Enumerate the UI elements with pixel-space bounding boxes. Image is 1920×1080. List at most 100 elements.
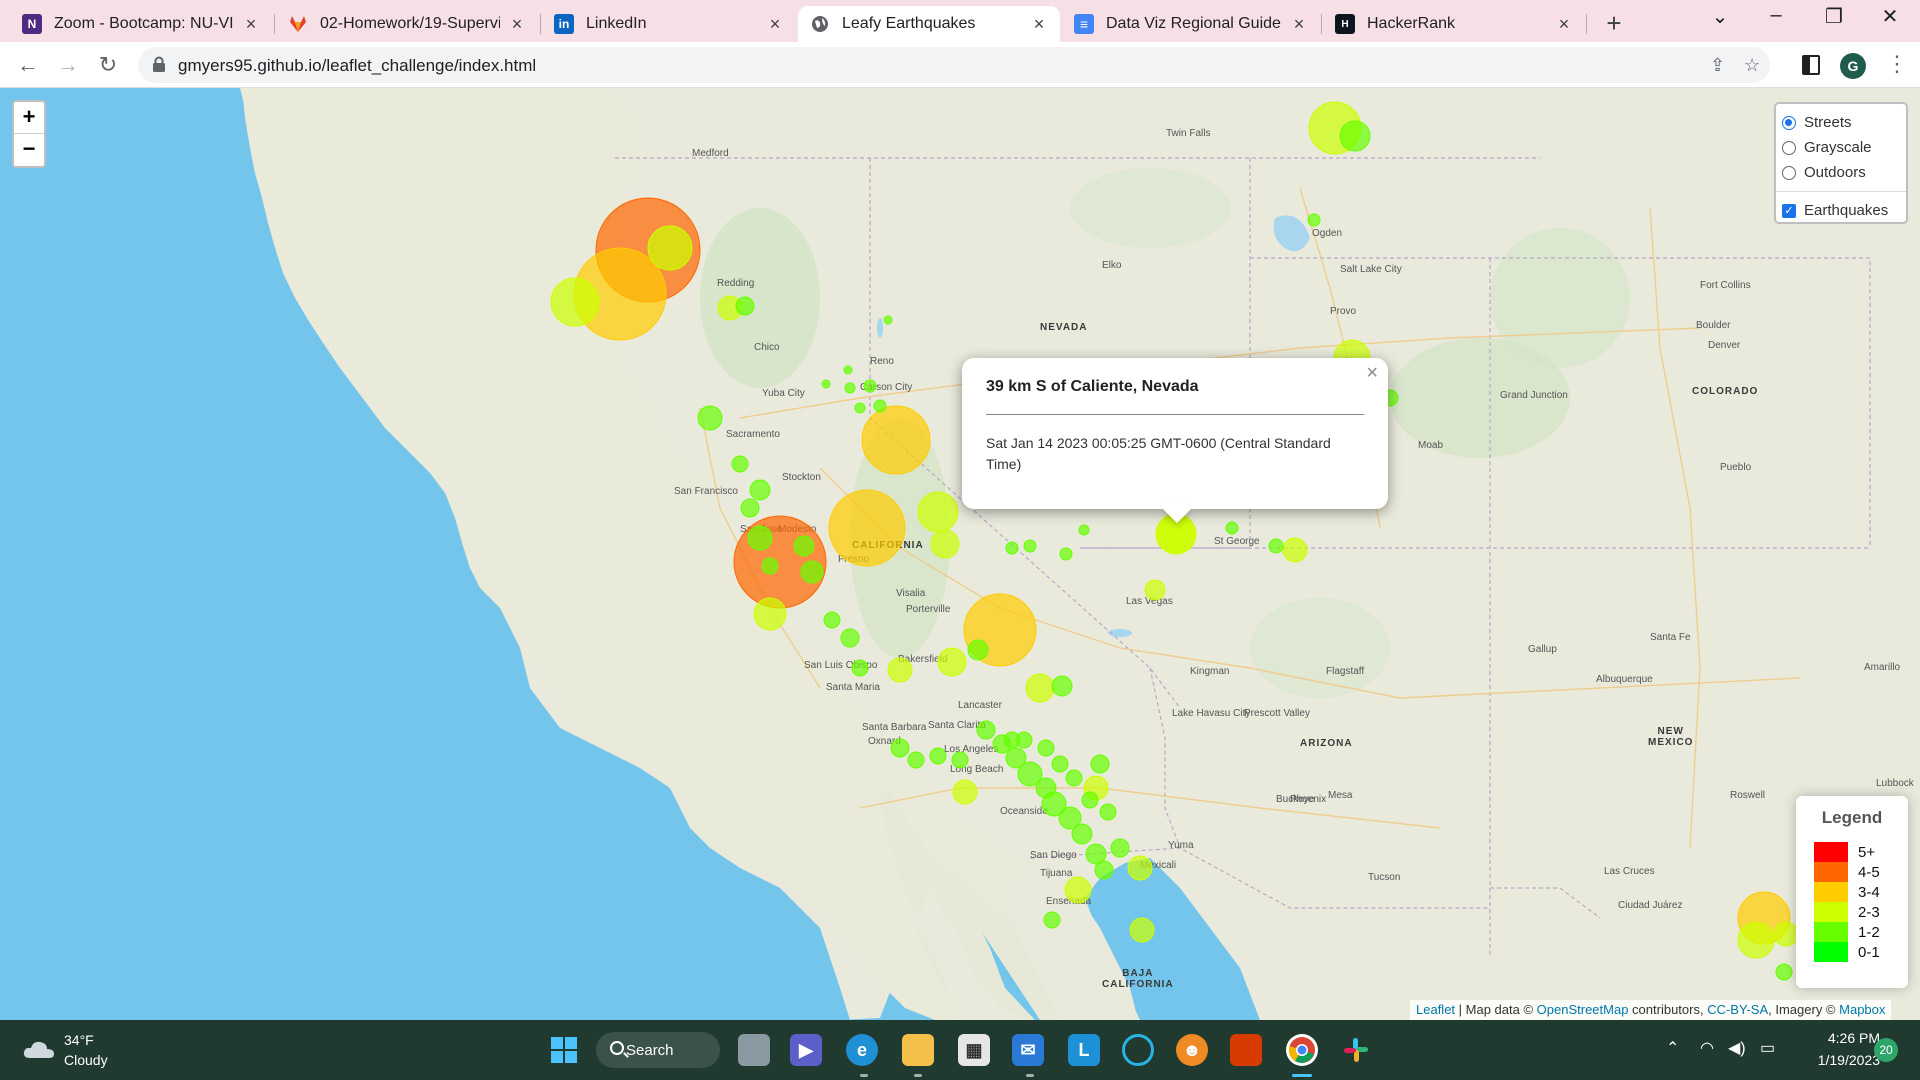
forward-icon[interactable]: → bbox=[54, 51, 82, 79]
weather-condition[interactable]: Cloudy bbox=[64, 1052, 108, 1068]
cloud-icon[interactable] bbox=[22, 1038, 56, 1060]
edge-icon[interactable]: e bbox=[846, 1034, 878, 1066]
earthquake-marker[interactable] bbox=[1094, 860, 1114, 880]
earthquake-marker[interactable] bbox=[821, 379, 831, 389]
earthquake-marker[interactable] bbox=[929, 747, 947, 765]
tab-data-viz-guide[interactable]: ≡ Data Viz Regional Guide | N × bbox=[1062, 6, 1320, 42]
slack-icon[interactable] bbox=[1340, 1034, 1372, 1066]
earthquake-marker[interactable] bbox=[907, 751, 925, 769]
cortana-icon[interactable] bbox=[1122, 1034, 1154, 1066]
reload-icon[interactable]: ↻ bbox=[94, 51, 122, 79]
microsoft-store-icon[interactable]: ▦ bbox=[958, 1034, 990, 1066]
earthquake-marker[interactable] bbox=[1339, 120, 1371, 152]
earthquake-marker[interactable] bbox=[873, 399, 887, 413]
earthquake-marker[interactable] bbox=[1059, 547, 1073, 561]
tab-homework[interactable]: 02-Homework/19-Supervis × bbox=[276, 6, 538, 42]
clock-time[interactable]: 4:26 PM bbox=[1810, 1030, 1880, 1046]
earthquake-marker[interactable] bbox=[749, 479, 771, 501]
mail-icon[interactable]: ✉ bbox=[1012, 1034, 1044, 1066]
osm-link[interactable]: OpenStreetMap bbox=[1537, 1002, 1629, 1017]
windows-start-icon[interactable] bbox=[548, 1034, 580, 1066]
earthquake-marker[interactable] bbox=[843, 365, 853, 375]
earthquake-marker[interactable] bbox=[1144, 579, 1166, 601]
license-link[interactable]: CC-BY-SA bbox=[1707, 1002, 1768, 1017]
earthquake-marker[interactable] bbox=[1268, 538, 1284, 554]
office-icon[interactable] bbox=[1230, 1034, 1262, 1066]
taskbar-search-button[interactable]: Search bbox=[596, 1032, 720, 1068]
close-tab-icon[interactable]: × bbox=[766, 14, 784, 35]
mapbox-link[interactable]: Mapbox bbox=[1839, 1002, 1885, 1017]
address-bar[interactable]: gmyers95.github.io/leaflet_challenge/ind… bbox=[138, 47, 1770, 83]
earthquake-layer[interactable] bbox=[0, 88, 1920, 1020]
layer-option-grayscale[interactable]: Grayscale bbox=[1782, 135, 1900, 160]
tab-linkedin[interactable]: in LinkedIn × bbox=[542, 6, 796, 42]
earthquake-marker[interactable] bbox=[647, 225, 693, 271]
earthquake-marker[interactable] bbox=[1037, 739, 1055, 757]
overlay-option-earthquakes[interactable]: ✓ Earthquakes bbox=[1782, 198, 1900, 223]
radio-streets[interactable] bbox=[1782, 115, 1796, 130]
popup-close-button[interactable]: × bbox=[1366, 362, 1378, 385]
earthquake-marker[interactable] bbox=[828, 489, 906, 567]
earthquake-marker[interactable] bbox=[753, 597, 787, 631]
radio-outdoors[interactable] bbox=[1782, 165, 1796, 180]
bookmark-star-icon[interactable]: ☆ bbox=[1744, 55, 1760, 76]
earthquake-marker[interactable] bbox=[1110, 838, 1130, 858]
leaflet-link[interactable]: Leaflet bbox=[1416, 1002, 1455, 1017]
earthquake-marker[interactable] bbox=[1090, 754, 1110, 774]
earthquake-marker[interactable] bbox=[1307, 213, 1321, 227]
restore-icon[interactable]: ❐ bbox=[1806, 4, 1862, 29]
earthquake-marker[interactable] bbox=[952, 779, 978, 805]
close-window-icon[interactable]: ✕ bbox=[1862, 4, 1918, 29]
earthquake-marker[interactable] bbox=[697, 405, 723, 431]
side-panel-icon[interactable] bbox=[1802, 55, 1820, 75]
earthquake-marker[interactable] bbox=[844, 382, 856, 394]
earthquake-marker[interactable] bbox=[740, 498, 760, 518]
earthquake-marker[interactable] bbox=[1775, 963, 1793, 981]
tab-leafy-earthquakes[interactable]: Leafy Earthquakes × bbox=[798, 6, 1060, 42]
earthquake-marker[interactable] bbox=[1043, 911, 1061, 929]
earthquake-marker[interactable] bbox=[851, 659, 869, 677]
share-icon[interactable]: ⇪ bbox=[1710, 55, 1725, 76]
earthquake-marker[interactable] bbox=[1005, 541, 1019, 555]
battery-icon[interactable]: ▭ bbox=[1760, 1038, 1775, 1058]
earthquake-marker[interactable] bbox=[887, 657, 913, 683]
layer-option-outdoors[interactable]: Outdoors bbox=[1782, 160, 1900, 185]
game-app-icon[interactable]: ☻ bbox=[1176, 1034, 1208, 1066]
earthquake-marker[interactable] bbox=[1015, 731, 1033, 749]
earthquake-marker[interactable] bbox=[800, 560, 824, 584]
earthquake-marker[interactable] bbox=[854, 402, 866, 414]
earthquake-marker[interactable] bbox=[930, 529, 960, 559]
earthquake-marker[interactable] bbox=[1127, 855, 1153, 881]
chrome-icon[interactable] bbox=[1286, 1034, 1318, 1066]
task-view-icon[interactable] bbox=[738, 1034, 770, 1066]
earthquake-marker[interactable] bbox=[1064, 876, 1092, 904]
weather-temperature[interactable]: 34°F bbox=[64, 1032, 94, 1048]
earthquake-marker[interactable] bbox=[917, 491, 959, 533]
profile-avatar[interactable]: G bbox=[1840, 53, 1866, 79]
teams-chat-icon[interactable]: ▶ bbox=[790, 1034, 822, 1066]
close-tab-icon[interactable]: × bbox=[242, 14, 260, 35]
earthquake-marker[interactable] bbox=[937, 647, 967, 677]
close-tab-icon[interactable]: × bbox=[508, 14, 526, 35]
earthquake-marker[interactable] bbox=[1051, 675, 1073, 697]
earthquake-marker[interactable] bbox=[731, 455, 749, 473]
earthquake-marker[interactable] bbox=[1051, 755, 1069, 773]
earthquake-marker[interactable] bbox=[1023, 539, 1037, 553]
earthquake-marker[interactable] bbox=[840, 628, 860, 648]
earthquake-marker[interactable] bbox=[1129, 917, 1155, 943]
new-tab-button[interactable]: + bbox=[1599, 8, 1629, 39]
earthquake-marker[interactable] bbox=[1282, 537, 1308, 563]
clock-date[interactable]: 1/19/2023 bbox=[1800, 1052, 1880, 1068]
lock-icon[interactable] bbox=[152, 56, 166, 72]
earthquake-marker[interactable] bbox=[761, 557, 779, 575]
earthquake-marker[interactable] bbox=[976, 720, 996, 740]
earthquake-marker[interactable] bbox=[1065, 769, 1083, 787]
tab-zoom-bootcamp[interactable]: N Zoom - Bootcamp: NU-VIRT × bbox=[10, 6, 272, 42]
tab-hackerrank[interactable]: H HackerRank × bbox=[1323, 6, 1585, 42]
volume-icon[interactable]: ◀) bbox=[1728, 1038, 1746, 1058]
earthquake-marker[interactable] bbox=[1225, 521, 1239, 535]
earthquake-marker[interactable] bbox=[1773, 921, 1799, 947]
earthquake-marker[interactable] bbox=[951, 751, 969, 769]
earthquake-marker[interactable] bbox=[967, 639, 989, 661]
earthquake-marker[interactable] bbox=[1025, 673, 1055, 703]
